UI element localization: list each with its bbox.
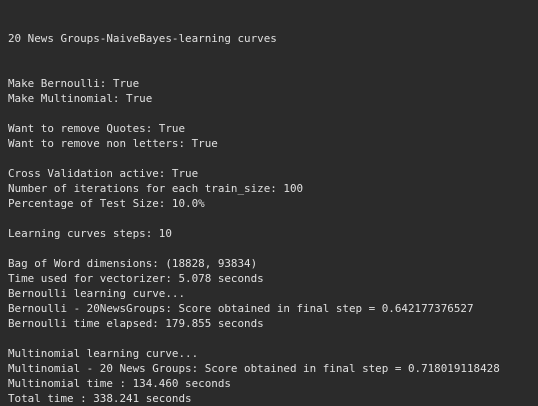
console-line: 20 News Groups-NaiveBayes-learning curve…: [8, 32, 277, 45]
console-line: Time used for vectorizer: 5.078 seconds: [8, 272, 264, 285]
console-line: Percentage of Test Size: 10.0%: [8, 197, 205, 210]
console-output-panel[interactable]: 20 News Groups-NaiveBayes-learning curve…: [0, 0, 538, 406]
console-line: Number of iterations for each train_size…: [8, 182, 304, 195]
console-line: Cross Validation active: True: [8, 167, 199, 180]
console-line: Want to remove Quotes: True: [8, 122, 186, 135]
console-output: 20 News Groups-NaiveBayes-learning curve…: [8, 31, 500, 406]
console-line: Make Multinomial: True: [8, 92, 153, 105]
console-line: Bernoulli learning curve...: [8, 287, 186, 300]
console-line: Multinomial learning curve...: [8, 347, 199, 360]
console-line: Learning curves steps: 10: [8, 227, 172, 240]
console-line: Multinomial time : 134.460 seconds: [8, 377, 231, 390]
console-line: Make Bernoulli: True: [8, 77, 140, 90]
console-line: Multinomial - 20 News Groups: Score obta…: [8, 362, 500, 375]
console-line: Total time : 338.241 seconds: [8, 392, 192, 405]
console-line: Want to remove non letters: True: [8, 137, 218, 150]
console-line: Bag of Word dimensions: (18828, 93834): [8, 257, 258, 270]
console-line: Bernoulli - 20NewsGroups: Score obtained…: [8, 302, 474, 315]
console-line: Bernoulli time elapsed: 179.855 seconds: [8, 317, 264, 330]
